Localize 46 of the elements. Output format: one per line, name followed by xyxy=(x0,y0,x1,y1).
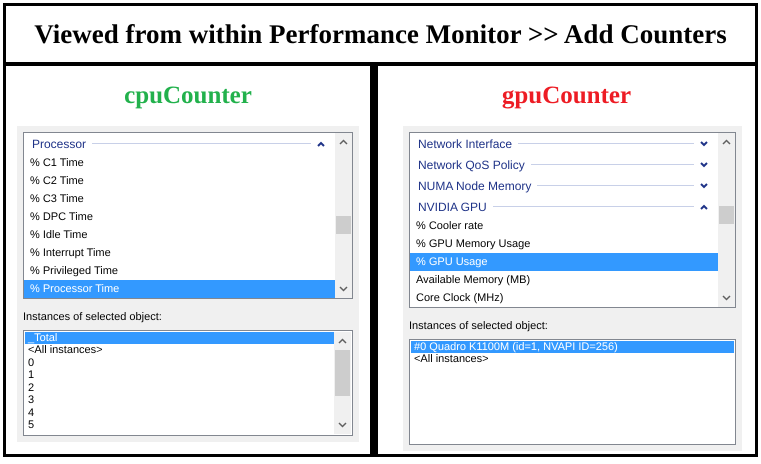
counter-item[interactable]: % Privileged Time xyxy=(24,262,335,280)
counter-item[interactable]: Available Memory (MB) xyxy=(410,271,718,289)
scroll-up-icon[interactable] xyxy=(339,139,348,145)
expand-icon[interactable] xyxy=(700,162,708,168)
panel-heading: gpuCounter xyxy=(500,81,632,112)
counter-category[interactable]: NVIDIA GPU xyxy=(410,196,718,217)
instance-item[interactable]: 3 xyxy=(25,394,334,406)
expand-icon[interactable] xyxy=(700,182,708,188)
scrollbar[interactable] xyxy=(335,133,352,298)
instance-item[interactable]: <All instances> xyxy=(25,344,334,356)
counter-item[interactable]: % DPC Time xyxy=(24,208,335,226)
counter-item[interactable]: % Cooler rate xyxy=(410,217,718,235)
instance-item[interactable]: 5 xyxy=(25,419,334,432)
scrollbar[interactable] xyxy=(718,133,735,307)
instances-label: Instances of selected object: xyxy=(409,319,549,334)
expand-icon[interactable] xyxy=(700,140,708,146)
scrollbar-thumb[interactable] xyxy=(336,216,351,234)
instance-item[interactable]: 0 xyxy=(25,356,334,369)
collapse-icon[interactable] xyxy=(700,204,708,210)
scroll-up-icon[interactable] xyxy=(722,139,731,145)
scrollbar-thumb[interactable] xyxy=(719,206,734,224)
counter-item[interactable]: % C1 Time xyxy=(24,154,335,172)
counter-category[interactable]: Processor xyxy=(24,133,335,154)
instance-item[interactable]: 1 xyxy=(25,369,334,382)
page-title: Viewed from within Performance Monitor >> Add Counters xyxy=(34,18,727,51)
collapse-icon[interactable] xyxy=(317,140,325,146)
counter-category[interactable]: NUMA Node Memory xyxy=(410,175,718,196)
counter-item[interactable]: % C3 Time xyxy=(24,190,335,208)
instance-item[interactable]: 4 xyxy=(25,406,334,419)
counter-item[interactable]: % GPU Memory Usage xyxy=(410,235,718,253)
panel-heading: cpuCounter xyxy=(123,81,253,112)
scroll-down-icon[interactable] xyxy=(338,422,347,428)
counter-item[interactable]: % C2 Time xyxy=(24,172,335,190)
scroll-down-icon[interactable] xyxy=(339,286,348,292)
instance-item[interactable]: 2 xyxy=(25,382,334,394)
counter-category[interactable]: Network Interface xyxy=(410,133,718,154)
counter-category[interactable]: Network QoS Policy xyxy=(410,154,718,175)
scrollbar-thumb[interactable] xyxy=(335,350,350,396)
instance-item[interactable]: <All instances> xyxy=(411,353,734,366)
instances-label: Instances of selected object: xyxy=(23,310,163,325)
scroll-down-icon[interactable] xyxy=(722,295,731,301)
counter-item[interactable]: Core Clock (MHz) xyxy=(410,289,718,307)
scroll-up-icon[interactable] xyxy=(338,338,347,344)
counter-item[interactable]: % Idle Time xyxy=(24,226,335,244)
scrollbar[interactable] xyxy=(334,332,351,434)
counter-item[interactable]: % Interrupt Time xyxy=(24,244,335,262)
